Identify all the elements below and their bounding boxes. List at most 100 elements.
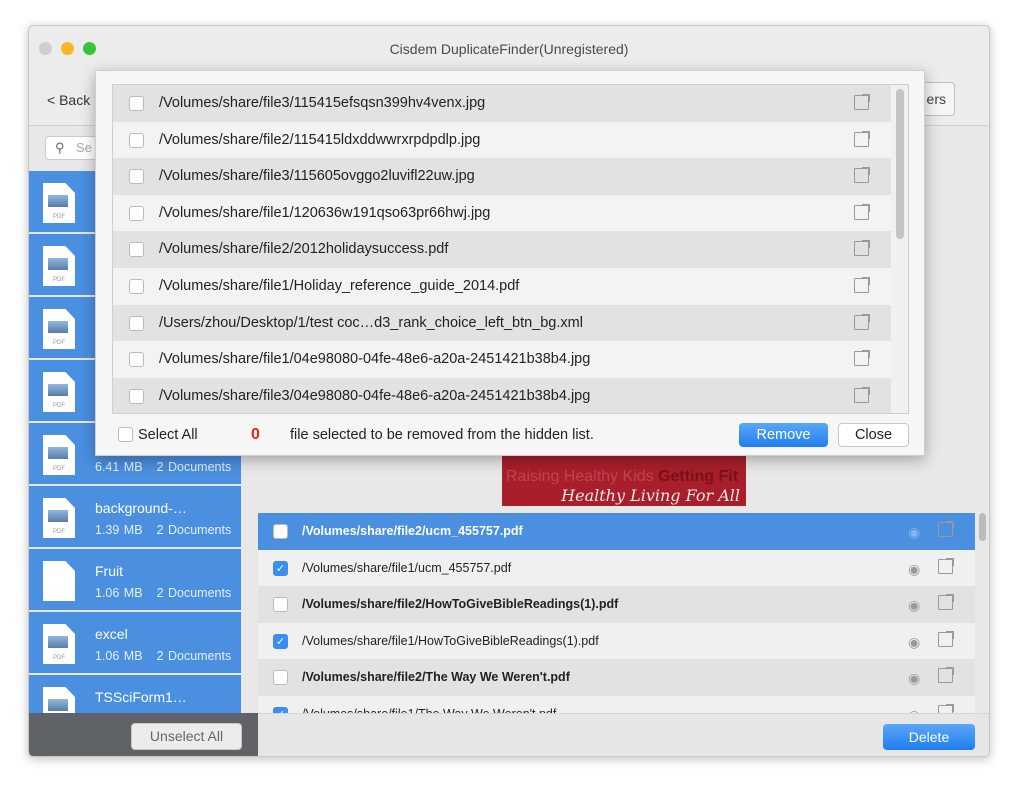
document-count: 2 Documents (156, 586, 232, 600)
open-external-icon[interactable] (938, 594, 954, 611)
pdf-file-icon: PDF (43, 246, 75, 286)
checkbox[interactable] (129, 242, 144, 258)
open-external-icon (854, 94, 870, 110)
list-item[interactable]: /Volumes/share/file1/04e98080-04fe-48e6-… (113, 341, 891, 379)
open-external-icon[interactable] (938, 521, 954, 537)
image-thumbnail (48, 699, 68, 711)
checkbox[interactable] (129, 388, 144, 404)
file-size: 1.39 MB (95, 523, 143, 537)
sidebar-item-name: Fruit (95, 563, 123, 579)
table-row[interactable]: ✓ /Volumes/share/file1/HowToGiveBibleRead… (258, 622, 975, 660)
eye-icon[interactable]: ◉ (908, 561, 920, 578)
close-window-button[interactable] (39, 42, 52, 55)
checkbox[interactable] (273, 524, 288, 539)
pdf-label: PDF (53, 655, 65, 661)
open-external-icon[interactable] (938, 630, 954, 647)
open-external-icon[interactable] (854, 167, 870, 184)
close-button[interactable]: Close (838, 423, 909, 447)
sidebar-item-meta: 1.06 MB 2 Documents (95, 649, 231, 663)
blank-file-icon (43, 561, 75, 601)
open-external-icon[interactable] (854, 203, 870, 220)
dialog-footer: Select All 0 file selected to be removed… (96, 417, 924, 457)
checkbox[interactable]: ✓ (273, 633, 288, 649)
remove-button[interactable]: Remove (739, 423, 828, 447)
sidebar-item-meta: 6.41 MB 2 Documents (95, 460, 231, 474)
minimize-window-button[interactable] (61, 42, 74, 55)
scrollbar[interactable] (896, 89, 904, 239)
image-thumbnail (48, 510, 68, 522)
delete-button[interactable]: Delete (883, 724, 975, 750)
sidebar-item[interactable]: Fruit 1.06 MB 2 Documents (29, 549, 241, 610)
eye-icon[interactable]: ◉ (908, 524, 920, 541)
checkbox[interactable] (129, 352, 144, 368)
file-path: /Volumes/share/file1/120636w191qso63pr66… (159, 204, 491, 221)
file-path: /Volumes/share/file1/Holiday_reference_g… (159, 278, 520, 294)
sidebar-item-meta: 1.06 MB 2 Documents (95, 586, 231, 600)
file-size: 1.06 MB (95, 649, 143, 663)
sidebar-item-name: excel (95, 626, 128, 642)
open-external-icon[interactable] (854, 386, 870, 403)
duplicate-file-list: /Volumes/share/file2/ucm_455757.pdf ◉ ✓/Vo… (258, 513, 975, 713)
sidebar-item[interactable]: PDF TSSciForm1… (29, 675, 241, 713)
list-item[interactable]: /Users/zhou/Desktop/1/test coc…d3_rank_c… (113, 304, 891, 342)
checkbox[interactable]: ✓ (273, 560, 288, 576)
document-count: 2 Documents (156, 649, 232, 663)
eye-icon[interactable]: ◉ (908, 634, 920, 651)
checkbox[interactable] (129, 132, 144, 148)
eye-icon[interactable]: ◉ (908, 597, 920, 614)
open-external-icon[interactable] (854, 94, 870, 110)
sidebar-footer: Unselect All (29, 713, 258, 756)
pdf-file-icon: PDF (43, 498, 75, 538)
sidebar-item-name: TSSciForm1… (95, 689, 187, 705)
list-item[interactable]: /Volumes/share/file3/115605ovggo2luvifl2… (113, 158, 891, 196)
open-external-icon[interactable] (854, 277, 870, 293)
eye-icon[interactable]: ◉ (908, 670, 920, 687)
table-row[interactable]: ✓/Volumes/share/file1/The Way We Weren't… (258, 696, 975, 713)
sidebar-item[interactable]: PDF background-… 1.39 MB 2 Documents (29, 486, 241, 547)
table-row[interactable]: /Volumes/share/file2/HowToGiveBibleReadi… (258, 586, 975, 624)
sidebar-item-meta: 1.39 MB 2 Documents (95, 523, 231, 537)
checkbox[interactable] (129, 169, 144, 185)
list-item[interactable]: /Volumes/share/file1/120636w191qso63pr66… (113, 194, 891, 232)
open-external-icon (938, 557, 954, 574)
open-external-icon[interactable] (938, 667, 954, 684)
sidebar-item[interactable]: PDF excel 1.06 MB 2 Documents (29, 612, 241, 673)
table-row[interactable]: /Volumes/share/file2/ucm_455757.pdf ◉ (258, 513, 975, 550)
open-external-icon[interactable] (854, 130, 870, 147)
list-item[interactable]: /Volumes/share/file1/Holiday_reference_g… (113, 268, 891, 305)
checkbox[interactable] (129, 96, 144, 111)
hidden-file-list: /Volumes/share/file3/115415efsqsn399hv4v… (112, 84, 909, 414)
checkbox[interactable] (129, 315, 144, 331)
back-button[interactable]: < Back (47, 92, 90, 108)
file-path: /Volumes/share/file3/115415efsqsn399hv4v… (159, 95, 486, 111)
pdf-label: PDF (53, 466, 65, 472)
pdf-file-icon: PDF (43, 687, 75, 713)
pdf-file-icon: PDF (43, 372, 75, 412)
checkbox[interactable] (273, 597, 288, 613)
open-external-icon[interactable] (938, 557, 954, 574)
open-external-icon[interactable] (854, 313, 870, 330)
file-path: /Volumes/share/file2/The Way We Weren't.… (302, 670, 570, 685)
table-row[interactable]: /Volumes/share/file2/The Way We Weren't.… (258, 659, 975, 697)
table-row[interactable]: ✓ /Volumes/share/file1/ucm_455757.pdf ◉ (258, 549, 975, 587)
list-item[interactable]: /Volumes/share/file3/115415efsqsn399hv4v… (113, 85, 891, 122)
checkbox[interactable] (129, 279, 144, 294)
image-thumbnail (48, 447, 68, 459)
unselect-all-button[interactable]: Unselect All (131, 723, 242, 750)
open-external-icon (938, 594, 954, 611)
open-external-icon (854, 313, 870, 330)
open-external-icon[interactable] (854, 240, 870, 257)
checkbox[interactable] (118, 427, 133, 442)
list-item[interactable]: /Volumes/share/file3/04e98080-04fe-48e6-… (113, 377, 891, 413)
checkbox[interactable] (273, 670, 288, 686)
file-path: /Volumes/share/file2/HowToGiveBibleReadi… (302, 597, 619, 612)
open-external-icon[interactable] (854, 350, 870, 367)
open-external-icon[interactable] (938, 704, 954, 713)
list-item[interactable]: /Volumes/share/file2/2012holidaysuccess.… (113, 231, 891, 269)
open-external-icon (854, 350, 870, 367)
checkbox[interactable] (129, 205, 144, 221)
list-item[interactable]: /Volumes/share/file2/115415ldxddwwrxrpdp… (113, 121, 891, 159)
zoom-window-button[interactable] (83, 42, 96, 55)
file-path: /Volumes/share/file3/115605ovggo2luvifl2… (159, 168, 475, 185)
scrollbar[interactable] (979, 513, 986, 541)
